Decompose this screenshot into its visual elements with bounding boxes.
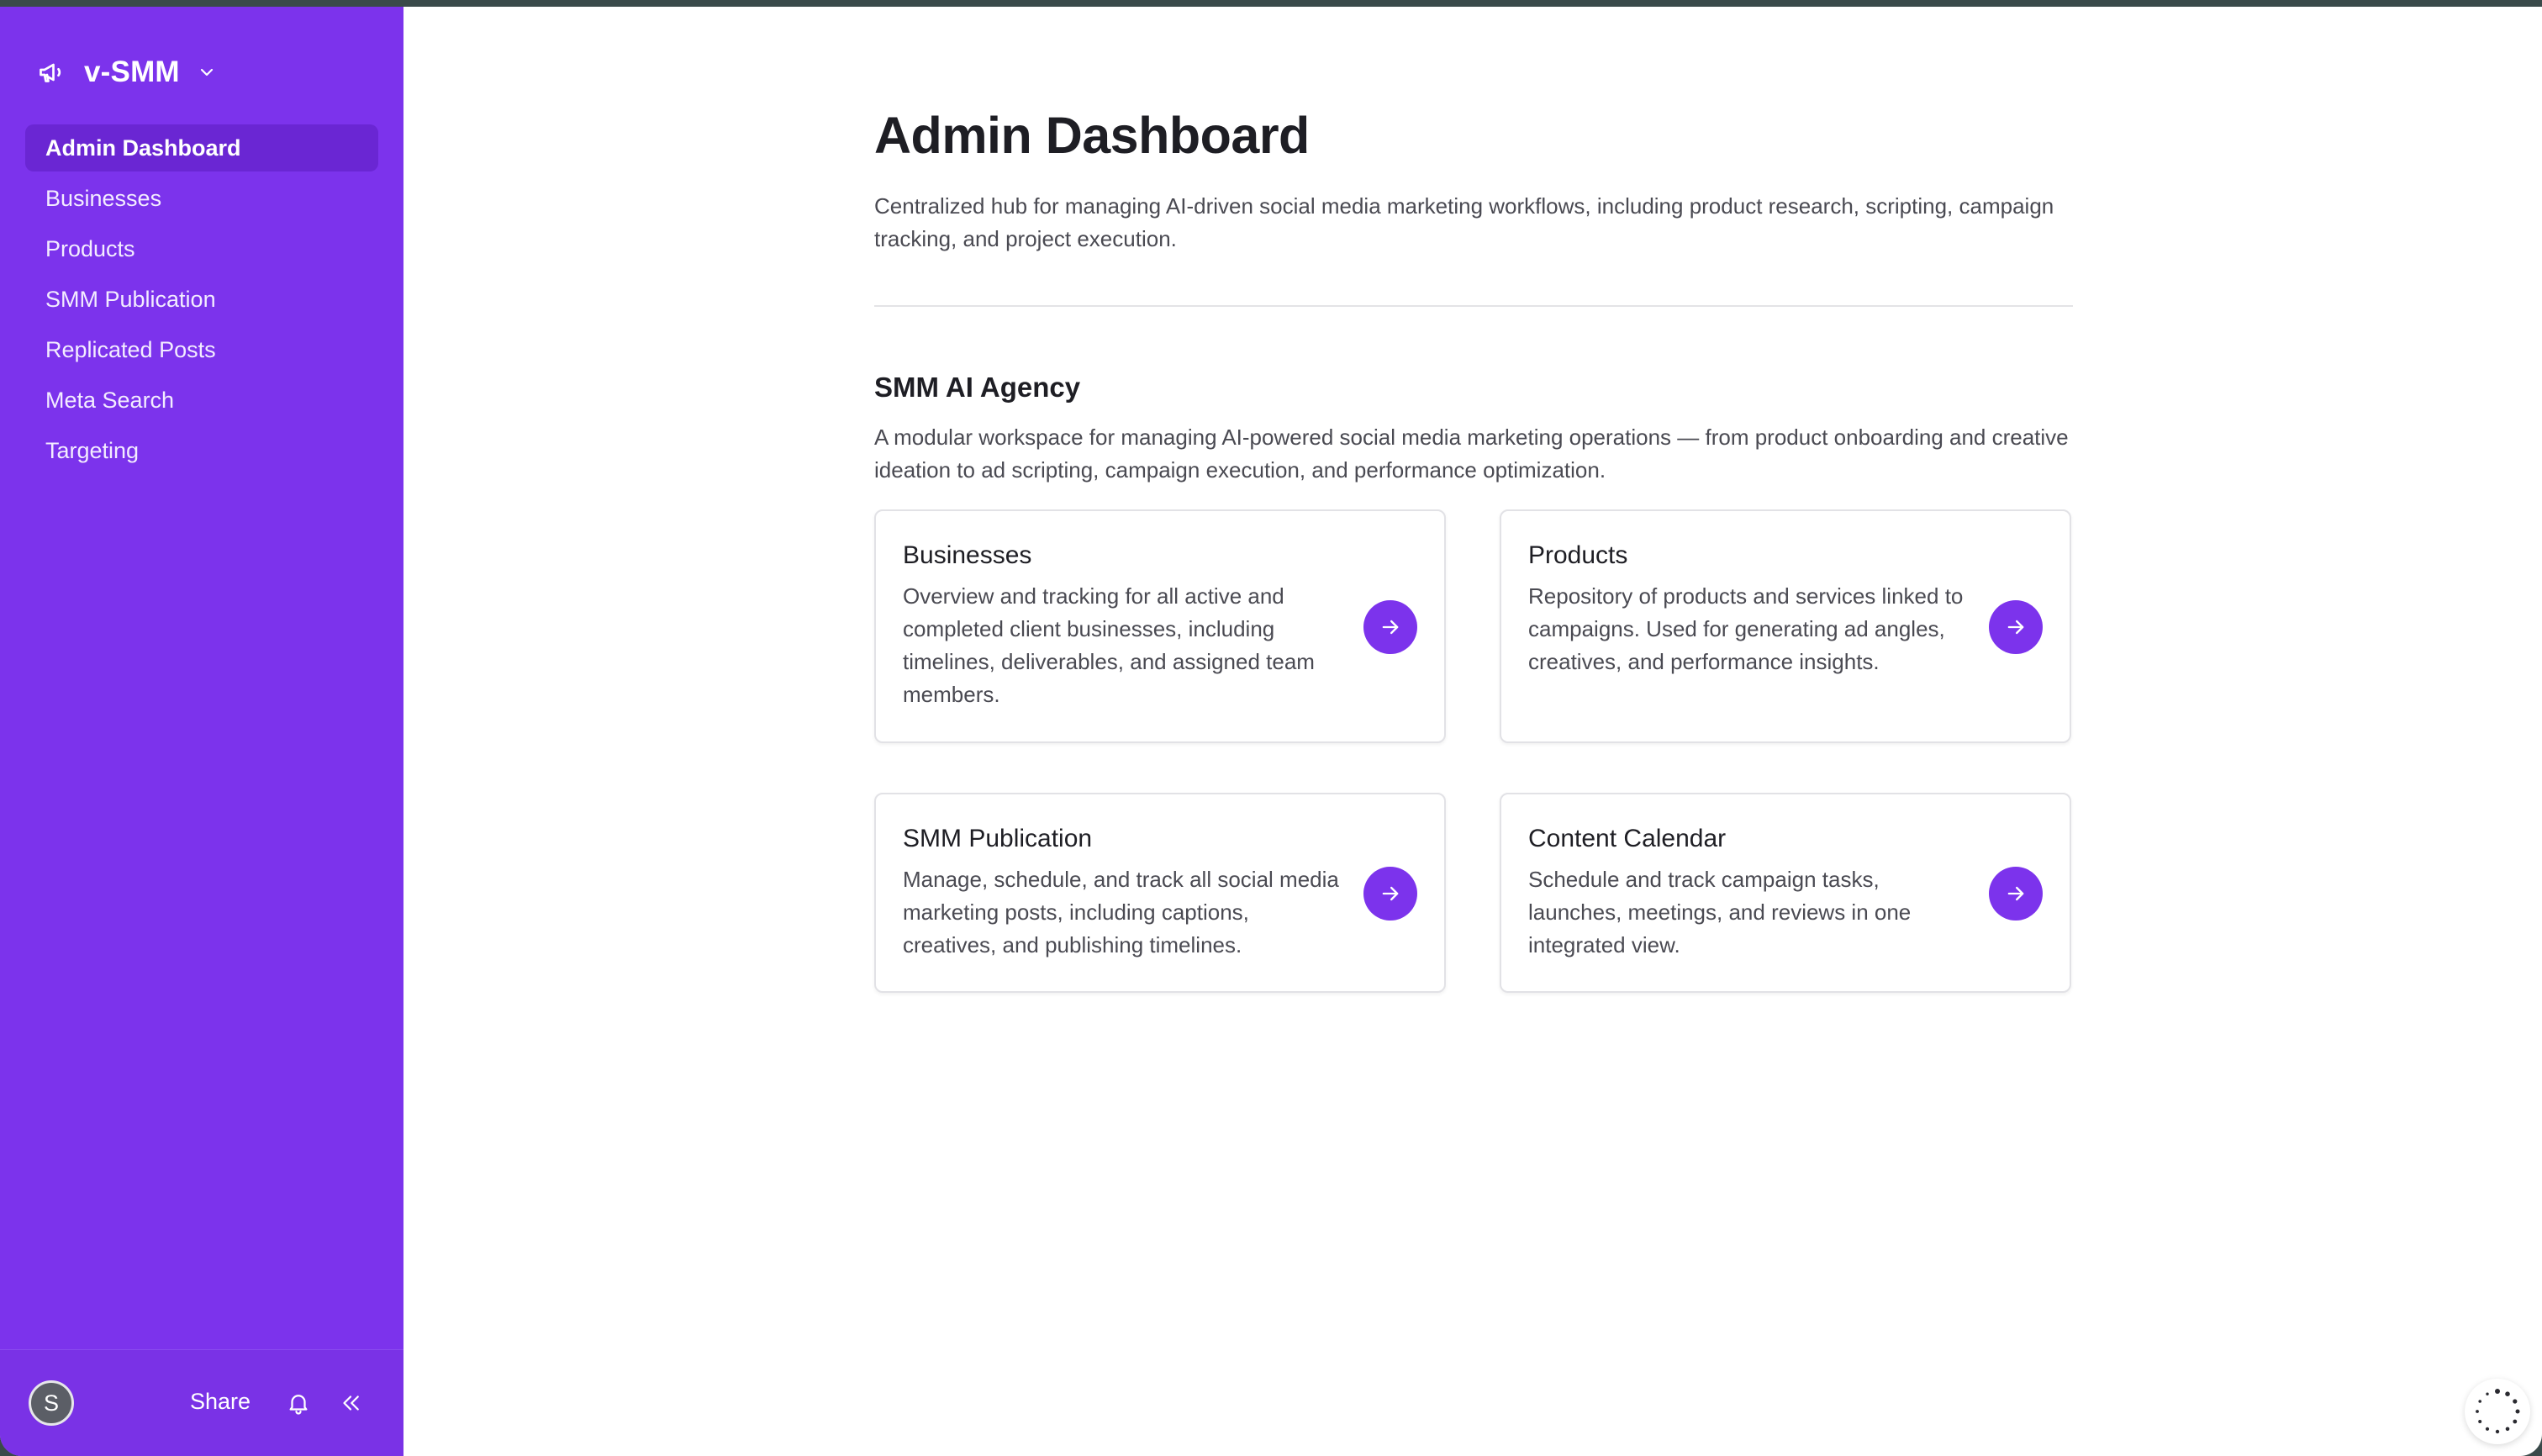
sidebar-nav: Admin Dashboard Businesses Products SMM … bbox=[25, 124, 378, 477]
card-description: Overview and tracking for all active and… bbox=[903, 583, 1315, 707]
workspace-name: v-SMM bbox=[84, 55, 180, 88]
sidebar-item-smm-publication[interactable]: SMM Publication bbox=[25, 276, 378, 323]
card-products[interactable]: Products Repository of products and serv… bbox=[1500, 509, 2071, 743]
sidebar-item-targeting[interactable]: Targeting bbox=[25, 427, 378, 474]
section-title: SMM AI Agency bbox=[874, 372, 1081, 403]
page-description: Centralized hub for managing AI-driven s… bbox=[874, 193, 2054, 251]
page-title: Admin Dashboard bbox=[874, 107, 1310, 164]
card-title: Products bbox=[1528, 541, 1628, 569]
app-window: v-SMM Admin Dashboard Businesses Product… bbox=[0, 7, 2542, 1456]
workspace-switcher[interactable]: v-SMM bbox=[37, 49, 217, 96]
arrow-right-icon[interactable] bbox=[1989, 600, 2043, 654]
card-description: Manage, schedule, and track all social m… bbox=[903, 867, 1339, 957]
avatar[interactable]: S bbox=[29, 1380, 74, 1426]
sidebar-item-products[interactable]: Products bbox=[25, 225, 378, 272]
card-smm-publication[interactable]: SMM Publication Manage, schedule, and tr… bbox=[874, 793, 1446, 993]
arrow-right-icon[interactable] bbox=[1363, 867, 1417, 921]
spinner-icon bbox=[2465, 1379, 2530, 1444]
sidebar: v-SMM Admin Dashboard Businesses Product… bbox=[0, 7, 403, 1456]
sidebar-item-admin-dashboard[interactable]: Admin Dashboard bbox=[25, 124, 378, 171]
sidebar-item-replicated-posts[interactable]: Replicated Posts bbox=[25, 326, 378, 373]
sidebar-footer: S Share bbox=[0, 1349, 403, 1456]
arrow-right-icon[interactable] bbox=[1989, 867, 2043, 921]
chevrons-left-icon[interactable] bbox=[338, 1390, 363, 1416]
sidebar-item-meta-search[interactable]: Meta Search bbox=[25, 377, 378, 424]
arrow-right-icon[interactable] bbox=[1363, 600, 1417, 654]
card-title: Businesses bbox=[903, 541, 1032, 569]
card-description: Repository of products and services link… bbox=[1528, 583, 1964, 674]
card-content-calendar[interactable]: Content Calendar Schedule and track camp… bbox=[1500, 793, 2071, 993]
share-button[interactable]: Share bbox=[190, 1389, 251, 1415]
card-businesses[interactable]: Businesses Overview and tracking for all… bbox=[874, 509, 1446, 743]
card-title: Content Calendar bbox=[1528, 825, 1727, 852]
card-description: Schedule and track campaign tasks, launc… bbox=[1528, 867, 1912, 957]
megaphone-icon bbox=[37, 57, 67, 87]
card-title: SMM Publication bbox=[903, 825, 1093, 852]
section-description: A modular workspace for managing AI-powe… bbox=[874, 425, 2069, 483]
sidebar-item-businesses[interactable]: Businesses bbox=[25, 175, 378, 222]
divider bbox=[874, 305, 2073, 307]
bell-icon[interactable] bbox=[286, 1390, 311, 1416]
chevron-down-icon bbox=[197, 62, 217, 82]
